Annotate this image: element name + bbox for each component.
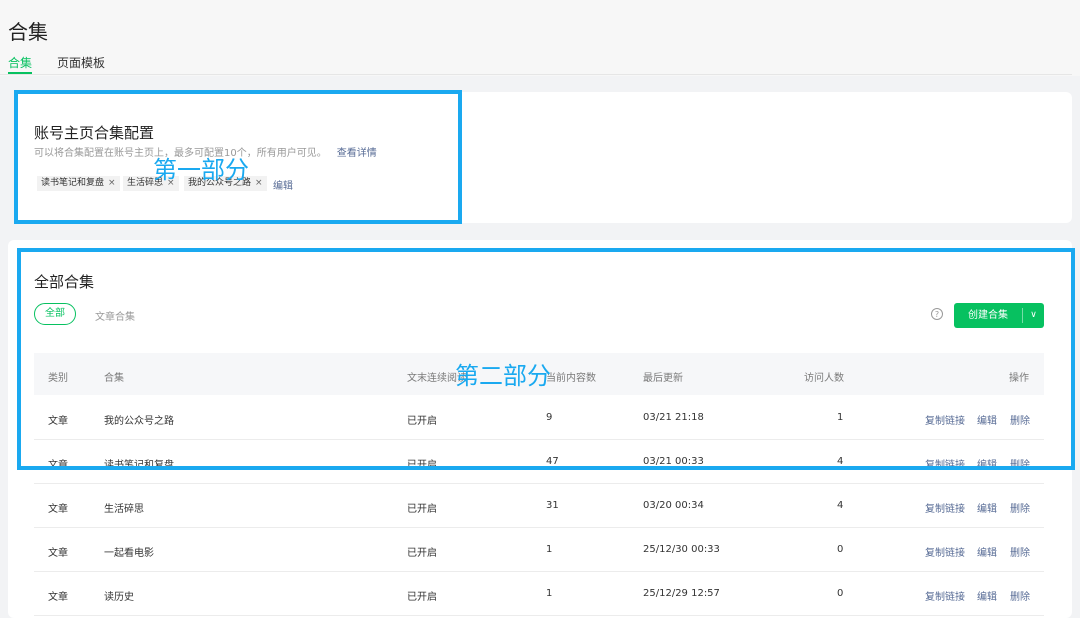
column-last-updated: 最后更新 <box>643 373 683 384</box>
close-icon[interactable]: × <box>255 178 263 188</box>
delete-button[interactable]: 删除 <box>1010 544 1030 559</box>
copy-link-button[interactable]: 复制链接 <box>925 588 965 603</box>
column-type: 类别 <box>48 373 68 384</box>
edit-button[interactable]: 编辑 <box>977 588 997 603</box>
help-icon[interactable]: ? <box>931 308 943 320</box>
cell-visitors: 0 <box>837 544 844 555</box>
cell-content-count: 47 <box>546 456 559 467</box>
tab-collections[interactable]: 合集 <box>8 54 33 74</box>
delete-button[interactable]: 删除 <box>1010 412 1030 427</box>
details-link[interactable]: 查看详情 <box>337 148 377 159</box>
cell-collection-name: 生活碎思 <box>104 504 144 515</box>
copy-link-button[interactable]: 复制链接 <box>925 456 965 471</box>
cell-collection-name: 我的公众号之路 <box>104 416 174 427</box>
cell-visitors: 0 <box>837 588 844 599</box>
page-title: 合集 <box>8 20 48 44</box>
table-row: 文章 一起看电影 已开启 1 25/12/30 00:33 0 复制链接 编辑 删除 <box>34 528 1044 572</box>
filter-all-button[interactable]: 全部 <box>34 303 76 325</box>
edit-button[interactable]: 编辑 <box>977 544 997 559</box>
all-collections-title: 全部合集 <box>34 273 95 291</box>
cell-collection-name: 读历史 <box>104 592 134 603</box>
cell-content-count: 1 <box>546 544 553 555</box>
cell-last-updated: 03/21 00:33 <box>643 456 704 467</box>
table-row: 文章 读书笔记和复盘 已开启 47 03/21 00:33 4 复制链接 编辑 删除 <box>34 440 1044 484</box>
cell-content-count: 9 <box>546 412 553 423</box>
cell-continuous-reading: 已开启 <box>407 460 437 471</box>
create-collection-button: 创建合集 ∨ <box>954 303 1044 328</box>
close-icon[interactable]: × <box>108 178 116 188</box>
cell-type: 文章 <box>48 416 68 427</box>
chevron-down-icon[interactable]: ∨ <box>1023 303 1044 328</box>
edit-button[interactable]: 编辑 <box>977 500 997 515</box>
cell-visitors: 4 <box>837 456 844 467</box>
homepage-config-title: 账号主页合集配置 <box>34 124 155 142</box>
copy-link-button[interactable]: 复制链接 <box>925 544 965 559</box>
edit-chips-link[interactable]: 编辑 <box>273 177 293 192</box>
annotation-label-part1: 第一部分 <box>153 156 249 184</box>
cell-content-count: 1 <box>546 588 553 599</box>
copy-link-button[interactable]: 复制链接 <box>925 500 965 515</box>
table-row: 文章 读历史 已开启 1 25/12/29 12:57 0 复制链接 编辑 删除 <box>34 572 1044 616</box>
cell-collection-name: 读书笔记和复盘 <box>104 460 174 471</box>
table-row: 文章 生活碎思 已开启 31 03/20 00:34 4 复制链接 编辑 删除 <box>34 484 1044 528</box>
column-content-count: 当前内容数 <box>546 373 596 384</box>
cell-last-updated: 03/21 21:18 <box>643 412 704 423</box>
tabs-divider <box>0 74 1072 75</box>
edit-button[interactable]: 编辑 <box>977 412 997 427</box>
delete-button[interactable]: 删除 <box>1010 456 1030 471</box>
tab-page-templates[interactable]: 页面模板 <box>57 54 105 71</box>
copy-link-button[interactable]: 复制链接 <box>925 412 965 427</box>
chip-label: 读书笔记和复盘 <box>41 178 105 188</box>
cell-type: 文章 <box>48 592 68 603</box>
page-header <box>0 0 1080 76</box>
column-visitors: 访问人数 <box>804 373 844 384</box>
cell-collection-name: 一起看电影 <box>104 548 154 559</box>
cell-continuous-reading: 已开启 <box>407 416 437 427</box>
cell-type: 文章 <box>48 460 68 471</box>
cell-content-count: 31 <box>546 500 559 511</box>
create-collection-label[interactable]: 创建合集 <box>954 303 1022 328</box>
cell-type: 文章 <box>48 548 68 559</box>
cell-type: 文章 <box>48 504 68 515</box>
cell-visitors: 1 <box>837 412 844 423</box>
delete-button[interactable]: 删除 <box>1010 500 1030 515</box>
annotation-label-part2: 第二部分 <box>455 362 551 390</box>
delete-button[interactable]: 删除 <box>1010 588 1030 603</box>
cell-visitors: 4 <box>837 500 844 511</box>
edit-button[interactable]: 编辑 <box>977 456 997 471</box>
cell-continuous-reading: 已开启 <box>407 592 437 603</box>
column-actions: 操作 <box>1009 373 1029 384</box>
cell-last-updated: 25/12/30 00:33 <box>643 544 720 555</box>
cell-continuous-reading: 已开启 <box>407 504 437 515</box>
cell-last-updated: 03/20 00:34 <box>643 500 704 511</box>
column-collection: 合集 <box>104 373 124 384</box>
filter-article-collections[interactable]: 文章合集 <box>95 308 135 323</box>
table-row: 文章 我的公众号之路 已开启 9 03/21 21:18 1 复制链接 编辑 删除 <box>34 396 1044 440</box>
cell-last-updated: 25/12/29 12:57 <box>643 588 720 599</box>
chip-reading-notes: 读书笔记和复盘 × <box>37 176 120 191</box>
cell-continuous-reading: 已开启 <box>407 548 437 559</box>
